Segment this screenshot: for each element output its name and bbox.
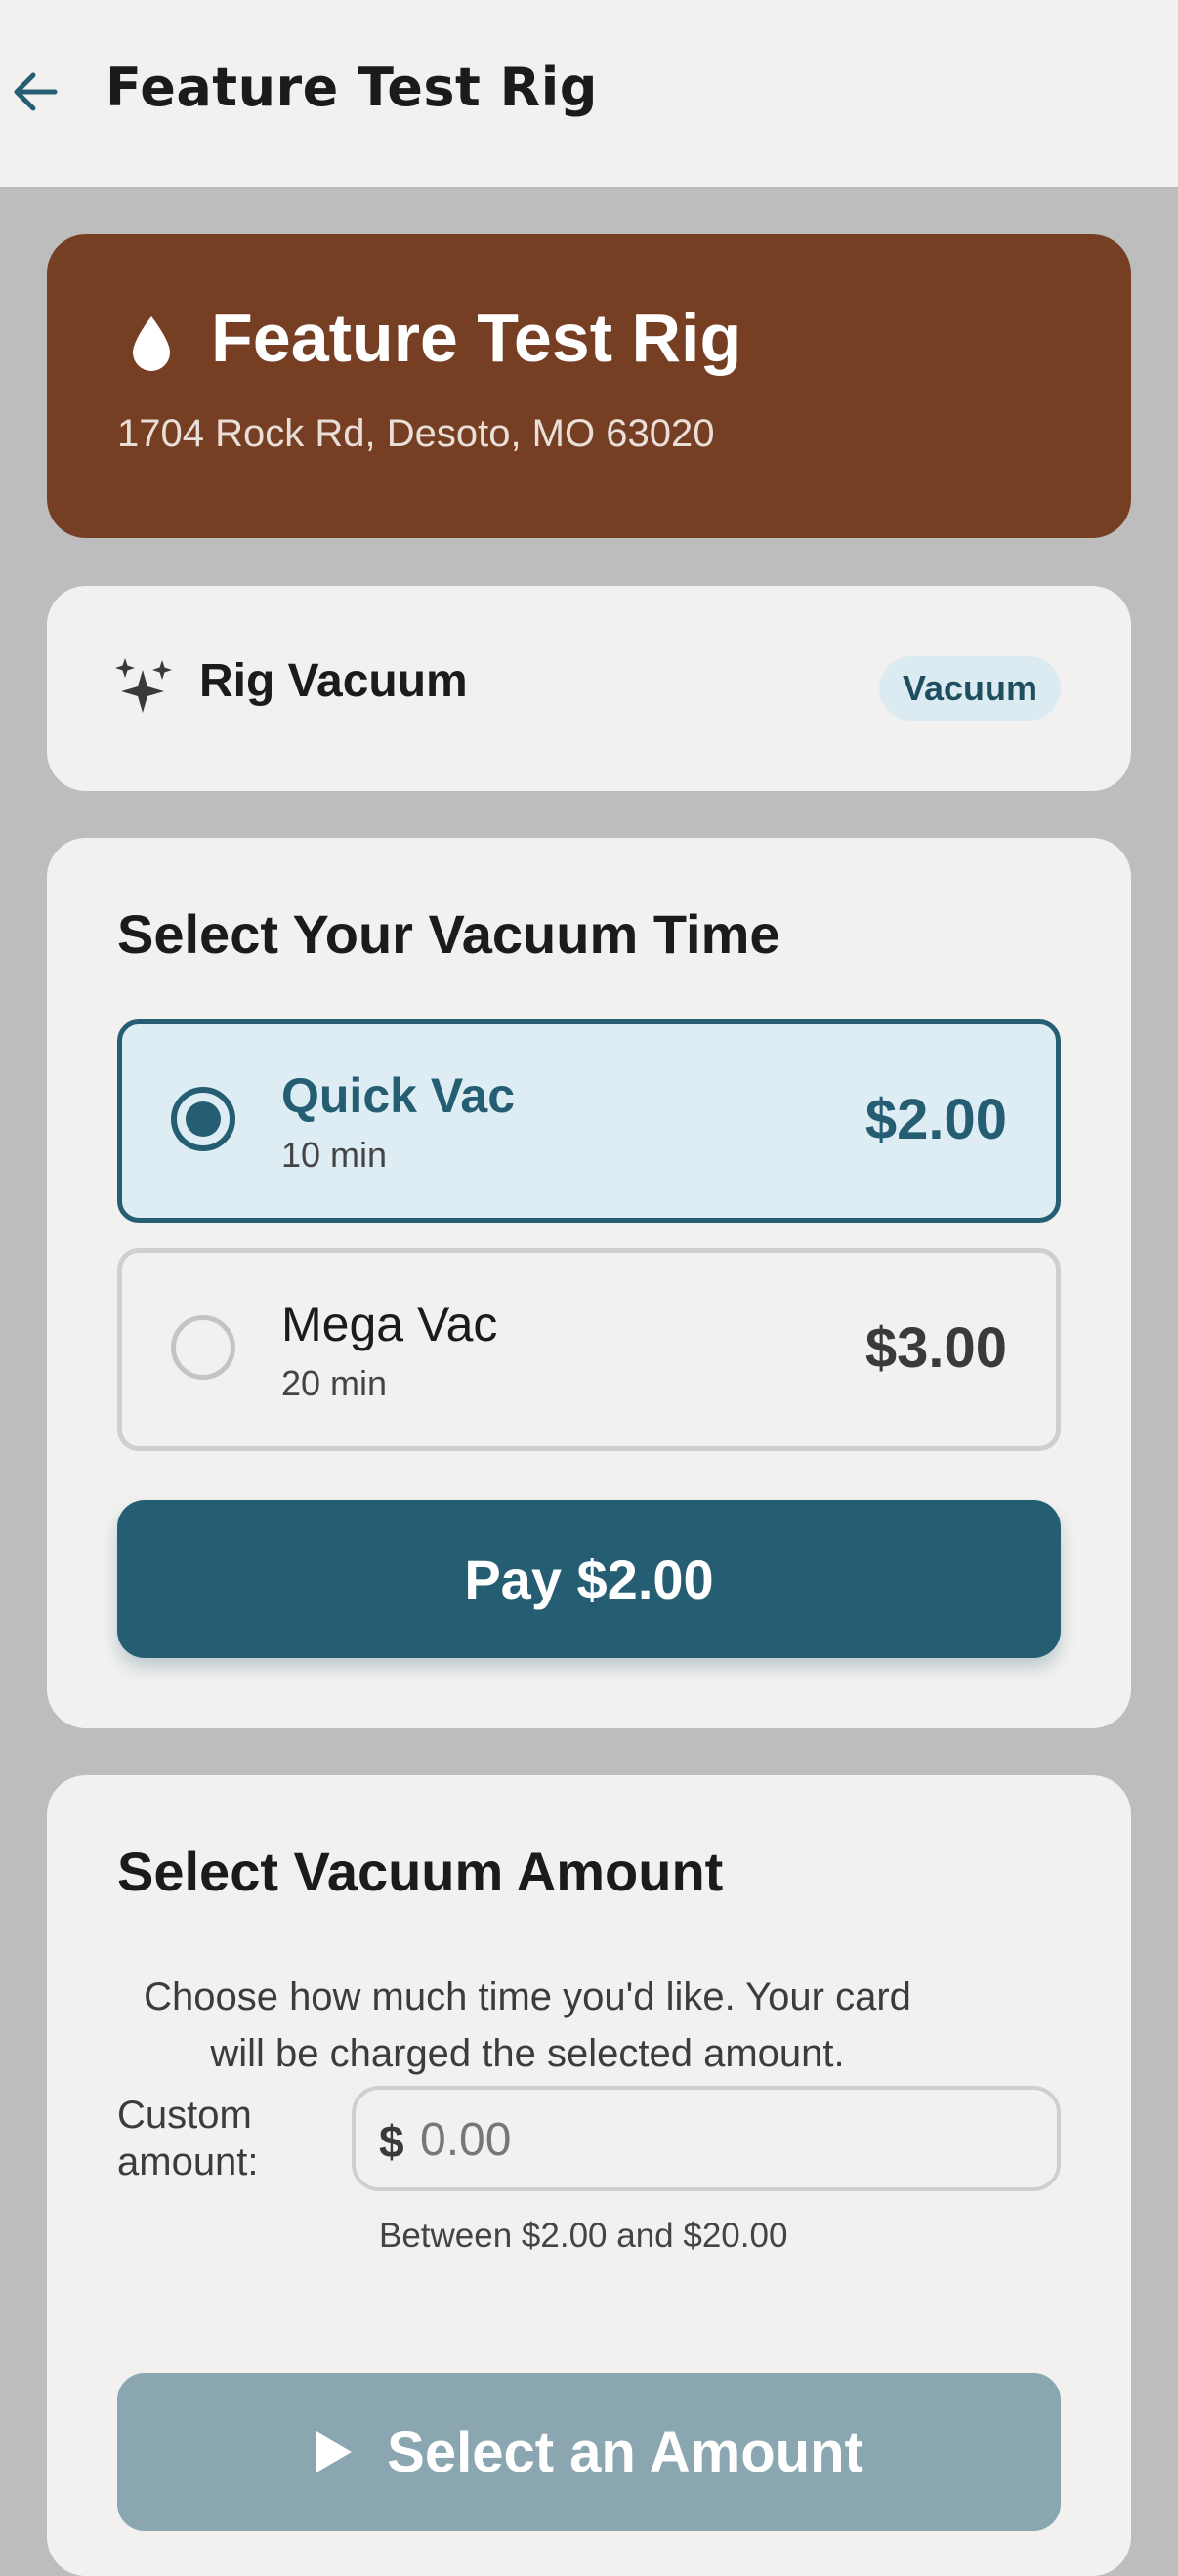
service-name: Rig Vacuum (199, 655, 468, 707)
location-header-card (47, 234, 1131, 538)
pay-button[interactable]: Pay $2.00 (117, 1500, 1061, 1658)
custom-amount-input[interactable] (418, 2109, 1008, 2170)
option-name: Quick Vac (281, 1068, 516, 1123)
option-name: Mega Vac (281, 1297, 498, 1351)
radio-selected[interactable] (171, 1087, 235, 1151)
vacuum-time-title: Select Your Vacuum Time (117, 903, 780, 965)
option-quick-vac[interactable]: Quick Vac 10 min $2.00 (117, 1019, 1061, 1223)
select-amount-label: Select an Amount (387, 2420, 863, 2484)
location-address: 1704 Rock Rd, Desoto, MO 63020 (117, 412, 715, 455)
option-mega-vac[interactable]: Mega Vac 20 min $3.00 (117, 1248, 1061, 1451)
amount-range-hint: Between $2.00 and $20.00 (379, 2217, 788, 2255)
page-title: Feature Test Rig (105, 57, 598, 118)
play-icon (316, 2431, 353, 2472)
top-app-bar: Feature Test Rig (0, 0, 1178, 187)
option-duration: 10 min (281, 1135, 388, 1175)
option-duration: 20 min (281, 1363, 388, 1403)
back-button[interactable] (8, 64, 63, 119)
custom-amount-label: Custom amount: (117, 2094, 259, 2183)
select-amount-button: Select an Amount (117, 2373, 1061, 2531)
custom-amount-field[interactable]: $ (352, 2086, 1061, 2191)
water-drop-icon (133, 316, 170, 371)
option-price: $3.00 (864, 1316, 1007, 1380)
sparkles-icon (115, 658, 172, 713)
arrow-left-icon (14, 72, 58, 111)
radio-unselected[interactable] (171, 1315, 235, 1380)
location-name: Feature Test Rig (211, 300, 742, 376)
vacuum-amount-title: Select Vacuum Amount (117, 1841, 724, 1902)
amount-description: Choose how much time you'd like. Your ca… (144, 1975, 911, 2075)
currency-symbol: $ (379, 2116, 404, 2167)
service-type-badge: Vacuum (879, 656, 1061, 721)
option-price: $2.00 (864, 1088, 1007, 1151)
